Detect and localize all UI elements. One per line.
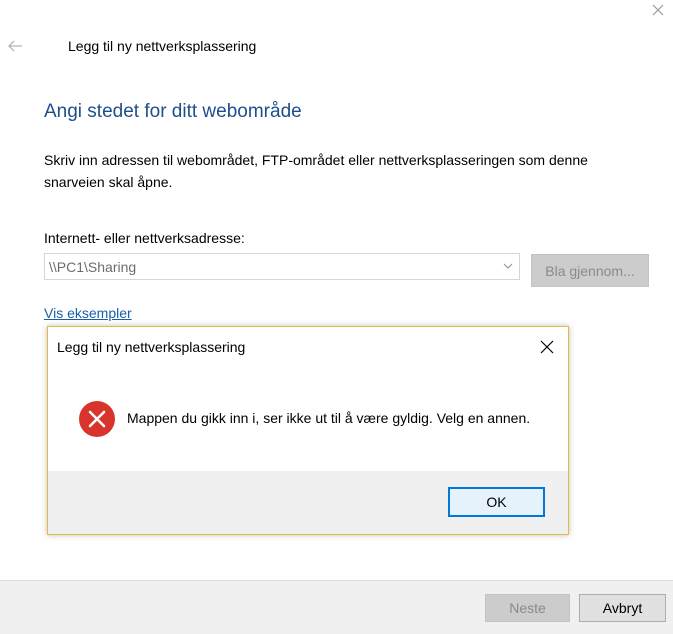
back-arrow-icon[interactable] xyxy=(6,38,24,54)
address-label: Internett- eller nettverksadresse: xyxy=(44,230,245,246)
dialog-title: Legg til ny nettverksplassering xyxy=(57,339,246,355)
address-value: \\PC1\Sharing xyxy=(49,259,137,275)
close-icon[interactable] xyxy=(539,339,555,355)
dialog-message: Mappen du gikk inn i, ser ikke ut til å … xyxy=(127,410,531,426)
next-button[interactable]: Neste xyxy=(485,594,570,622)
page-description: Skriv inn adressen til webområdet, FTP-o… xyxy=(44,152,588,190)
chevron-down-icon[interactable] xyxy=(503,263,513,270)
error-dialog: Legg til ny nettverksplassering Mappen d… xyxy=(47,326,569,535)
wizard-footer: Neste Avbryt xyxy=(0,580,673,634)
page-heading: Angi stedet for ditt webområde xyxy=(44,101,302,122)
ok-button[interactable]: OK xyxy=(448,487,545,517)
examples-link[interactable]: Vis eksempler xyxy=(44,305,132,321)
wizard-window: Legg til ny nettverksplassering Angi ste… xyxy=(0,0,673,634)
dialog-footer: OK xyxy=(48,471,568,534)
browse-button[interactable]: Bla gjennom... xyxy=(531,254,649,287)
window-title: Legg til ny nettverksplassering xyxy=(68,38,257,54)
cancel-button[interactable]: Avbryt xyxy=(579,594,666,622)
address-combobox[interactable]: \\PC1\Sharing xyxy=(44,253,520,280)
close-icon[interactable] xyxy=(648,0,668,20)
error-icon xyxy=(79,401,115,437)
